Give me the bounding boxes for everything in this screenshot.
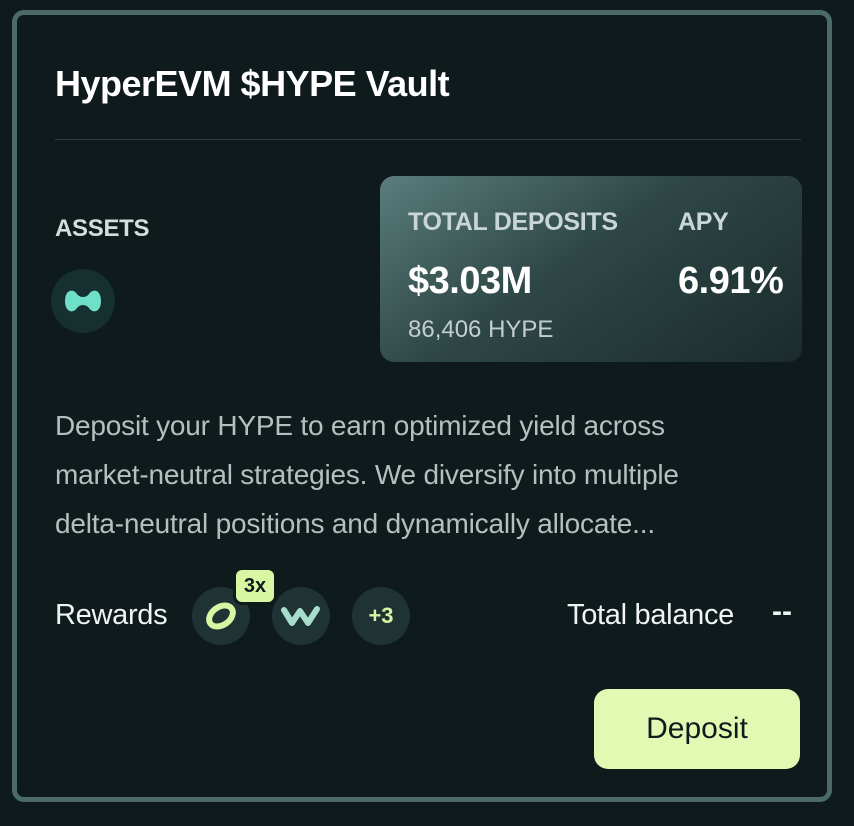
total-balance-label: Total balance bbox=[567, 599, 734, 631]
description-line: market-neutral strategies. We diversify … bbox=[55, 459, 679, 490]
divider bbox=[55, 139, 801, 140]
stats-panel: TOTAL DEPOSITS $3.03M 86,406 HYPE APY 6.… bbox=[380, 176, 802, 362]
total-deposits-sub: 86,406 HYPE bbox=[408, 316, 554, 343]
total-deposits-value: $3.03M bbox=[408, 260, 532, 302]
description-line: Deposit your HYPE to earn optimized yiel… bbox=[55, 410, 665, 441]
vault-description: Deposit your HYPE to earn optimized yiel… bbox=[55, 401, 815, 548]
description-line: delta-neutral positions and dynamically … bbox=[55, 508, 655, 539]
rewards-label: Rewards bbox=[55, 599, 168, 631]
reward-token-w-icon[interactable] bbox=[272, 587, 330, 645]
more-rewards-badge[interactable]: +3 bbox=[352, 587, 410, 645]
apy-value: 6.91% bbox=[678, 260, 784, 302]
total-deposits-label: TOTAL DEPOSITS bbox=[408, 208, 618, 236]
hype-token-icon bbox=[51, 269, 115, 333]
vault-card: HyperEVM $HYPE Vault ASSETS TOTAL DEPOSI… bbox=[12, 10, 832, 802]
reward-multiplier-badge: 3x bbox=[233, 567, 277, 605]
total-balance-value: -- bbox=[772, 595, 792, 628]
vault-title: HyperEVM $HYPE Vault bbox=[55, 63, 450, 104]
assets-label: ASSETS bbox=[55, 215, 150, 242]
apy-label: APY bbox=[678, 208, 729, 236]
more-rewards-count: +3 bbox=[368, 603, 394, 628]
deposit-button[interactable]: Deposit bbox=[594, 689, 800, 769]
